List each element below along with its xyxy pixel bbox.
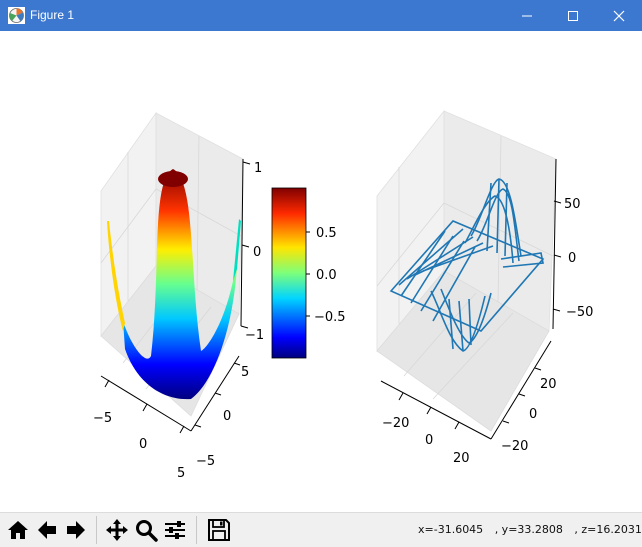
right-3d-axes[interactable]: −20 0 20 −20 0 20 50 0 −50 xyxy=(376,109,593,466)
right-x-tick-1: −20 xyxy=(382,416,409,431)
left-y-tick-2: 0 xyxy=(223,409,231,424)
coord-z: , z=16.2031 xyxy=(574,523,642,536)
left-z-tick-3: 1 xyxy=(254,161,262,176)
left-z-tick-1: −1 xyxy=(245,328,264,343)
save-icon xyxy=(208,519,230,541)
left-x-tick-2: 0 xyxy=(139,437,147,452)
left-3d-axes[interactable]: −5 0 5 −5 0 5 −1 0 1 xyxy=(93,111,264,481)
back-button[interactable] xyxy=(34,517,60,543)
back-arrow-icon xyxy=(38,521,56,539)
surface-top-ring xyxy=(158,171,188,187)
right-x-tick-2: 0 xyxy=(425,433,433,448)
colorbar-tick-2: 0.0 xyxy=(316,268,337,283)
colorbar-tick-3: −0.5 xyxy=(314,310,346,325)
configure-subplots-button[interactable] xyxy=(162,517,188,543)
forward-arrow-icon xyxy=(67,521,85,539)
pan-button[interactable] xyxy=(104,517,130,543)
configure-subplots-icon xyxy=(165,521,185,539)
window-title: Figure 1 xyxy=(30,8,75,22)
pan-icon xyxy=(106,519,128,541)
matplotlib-app-icon xyxy=(8,7,25,24)
close-icon xyxy=(613,10,625,22)
minimize-button[interactable] xyxy=(504,0,550,31)
cursor-coordinates: x=-31.6045 , y=33.2808 , z=16.2031 xyxy=(418,523,642,536)
toolbar-separator-2 xyxy=(196,516,197,544)
close-button[interactable] xyxy=(596,0,642,31)
figure-canvas[interactable]: −5 0 5 −5 0 5 −1 0 1 0.5 0.0 −0.5 −20 0 … xyxy=(1,31,641,511)
right-y-tick-2: 0 xyxy=(529,407,537,422)
colorbar-gradient xyxy=(271,187,307,359)
left-y-tick-1: −5 xyxy=(196,454,215,469)
forward-button[interactable] xyxy=(63,517,89,543)
toolbar-separator xyxy=(96,516,97,544)
right-y-tick-1: −20 xyxy=(501,439,528,454)
coord-y: , y=33.2808 xyxy=(494,523,563,536)
maximize-icon xyxy=(568,11,578,21)
left-x-tick-1: −5 xyxy=(93,411,112,426)
colorbar-tick-1: 0.5 xyxy=(316,226,337,241)
window-title-bar[interactable]: Figure 1 xyxy=(0,0,642,31)
zoom-icon xyxy=(136,520,158,542)
right-z-tick-1: 50 xyxy=(564,197,581,212)
colorbar: 0.5 0.0 −0.5 xyxy=(271,187,346,359)
navigation-toolbar: x=-31.6045 , y=33.2808 , z=16.2031 xyxy=(0,512,642,547)
right-y-tick-3: 20 xyxy=(540,377,557,392)
home-icon xyxy=(8,521,28,539)
right-x-tick-3: 20 xyxy=(453,451,470,466)
left-x-tick-3: 5 xyxy=(177,466,185,481)
right-z-tick-2: 0 xyxy=(568,251,576,266)
save-button[interactable] xyxy=(206,517,232,543)
minimize-icon xyxy=(522,15,532,17)
left-z-tick-2: 0 xyxy=(253,245,261,260)
maximize-button[interactable] xyxy=(550,0,596,31)
left-y-tick-3: 5 xyxy=(241,365,249,380)
home-button[interactable] xyxy=(5,517,31,543)
right-z-tick-3: −50 xyxy=(566,305,593,320)
coord-x: x=-31.6045 xyxy=(418,523,484,536)
zoom-button[interactable] xyxy=(133,517,159,543)
